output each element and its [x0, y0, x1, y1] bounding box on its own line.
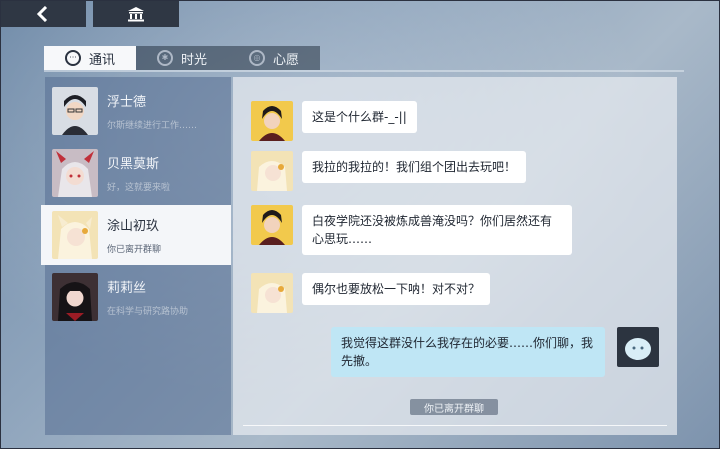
screen-frame: [0, 0, 720, 449]
